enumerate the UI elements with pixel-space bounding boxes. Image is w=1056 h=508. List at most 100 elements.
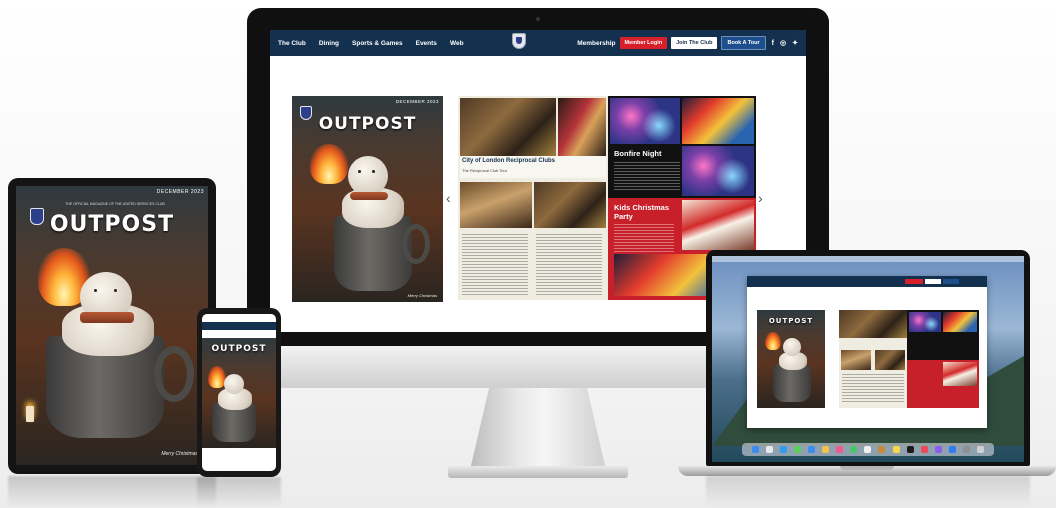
tablet-snowman-eye-right xyxy=(114,289,117,292)
article-title: City of London Reciprocal Clubs xyxy=(462,158,556,164)
phone-magazine-cover[interactable]: OUTPOST xyxy=(202,338,276,448)
phone-reflection xyxy=(197,477,281,508)
laptop-cover-title: OUTPOST xyxy=(768,317,814,325)
nav-link-web[interactable]: Web xyxy=(450,40,464,47)
nav-right-group: Membership Member Login Join The Club Bo… xyxy=(577,36,798,50)
music-icon[interactable] xyxy=(920,446,928,453)
article-subtitle: The Reciprocal Club Tour xyxy=(462,168,508,173)
laptop-reflection xyxy=(706,476,1030,508)
photo-fireworks-2 xyxy=(682,98,754,144)
twitter-icon[interactable]: ✦ xyxy=(792,39,798,47)
maps-icon[interactable] xyxy=(822,446,830,453)
tablet-cover-signature: Merry Christmas xyxy=(161,451,198,457)
photo-lounge xyxy=(534,182,606,228)
next-page-arrow-icon[interactable]: › xyxy=(758,190,763,206)
mac-menubar xyxy=(712,256,1024,262)
laptop-book-tour-button[interactable] xyxy=(943,279,959,284)
tablet-magazine-cover[interactable]: DECEMBER 2023 THE OFFICIAL MAGAZINE OF T… xyxy=(16,186,208,465)
magazine-cover[interactable]: DECEMBER 2023 OUTPOST Merry Christmas xyxy=(292,96,443,302)
book-tour-button[interactable]: Book A Tour xyxy=(721,36,766,50)
mail-icon[interactable] xyxy=(808,446,816,453)
laptop-magazine-cover[interactable]: OUTPOST xyxy=(757,310,825,408)
tablet-snowman-scarf xyxy=(80,312,134,323)
kids-christmas-title: Kids Christmas Party xyxy=(614,203,670,221)
laptop-fireplace-fire xyxy=(765,332,781,350)
tv-icon[interactable] xyxy=(906,446,914,453)
join-club-button[interactable]: Join The Club xyxy=(671,37,718,49)
laptop-photo-lounge xyxy=(875,350,905,370)
snowman-eye-left xyxy=(358,170,361,173)
contacts-icon[interactable] xyxy=(878,446,886,453)
tablet-cover-tagline: THE OFFICIAL MAGAZINE OF THE UNITED SERV… xyxy=(65,202,165,206)
finder-icon[interactable] xyxy=(752,446,760,453)
prev-page-arrow-icon[interactable]: ‹ xyxy=(446,190,451,206)
laptop-photo-party xyxy=(943,312,977,332)
laptop-browser-window: OUTPOST xyxy=(747,276,987,428)
phone-site-navbar[interactable] xyxy=(202,322,276,330)
launchpad-icon[interactable] xyxy=(766,446,774,453)
facetime-icon[interactable] xyxy=(850,446,858,453)
podcasts-icon[interactable] xyxy=(934,446,942,453)
nav-link-dining[interactable]: Dining xyxy=(319,40,339,47)
mac-dock xyxy=(742,443,994,456)
notes-icon[interactable] xyxy=(892,446,900,453)
member-login-button[interactable]: Member Login xyxy=(619,37,668,49)
calendar-icon[interactable] xyxy=(864,446,872,453)
phone-cover-title: OUTPOST xyxy=(211,344,267,354)
snowman-eye-right xyxy=(372,170,375,173)
instagram-icon[interactable]: ◎ xyxy=(780,39,786,47)
cover-date: DECEMBER 2023 xyxy=(395,99,439,104)
laptop-photo-fireworks xyxy=(909,312,941,332)
photos-icon[interactable] xyxy=(836,446,844,453)
messages-icon[interactable] xyxy=(794,446,802,453)
photo-bonfire xyxy=(682,146,754,196)
phone-snowman-head xyxy=(224,374,244,394)
laptop-article-text xyxy=(842,374,904,404)
article-column-2 xyxy=(536,234,602,296)
site-navbar: The Club Dining Sports & Games Events We… xyxy=(270,30,806,56)
photo-dining-room xyxy=(460,182,532,228)
laptop-screen: OUTPOST xyxy=(712,256,1024,462)
christmas-text xyxy=(614,224,674,254)
spread-left-page: City of London Reciprocal Clubs The Reci… xyxy=(458,96,608,300)
laptop-notch xyxy=(840,466,894,470)
cover-signature: Merry Christmas xyxy=(407,293,437,298)
monitor-stand xyxy=(470,388,606,470)
snowman-scarf xyxy=(350,192,388,200)
webcam-dot xyxy=(536,17,540,21)
nav-link-events[interactable]: Events xyxy=(416,40,437,47)
laptop-photo-dining xyxy=(841,350,871,370)
bonfire-text xyxy=(614,162,680,192)
bonfire-night-title: Bonfire Night xyxy=(614,149,662,158)
mug-handle xyxy=(402,224,430,264)
trash-icon[interactable] xyxy=(976,446,984,453)
tablet-mug-handle xyxy=(154,346,194,402)
tablet-cover-title: OUTPOST xyxy=(49,212,175,237)
club-crest-logo[interactable] xyxy=(512,33,526,49)
laptop-member-login-button[interactable] xyxy=(905,279,923,284)
tablet-reflection xyxy=(8,476,216,508)
photo-library xyxy=(460,98,556,156)
nav-link-membership[interactable]: Membership xyxy=(577,40,615,47)
phone-screen: OUTPOST xyxy=(202,314,276,471)
tablet-cover-date: DECEMBER 2023 xyxy=(156,189,204,195)
laptop-join-club-button[interactable] xyxy=(925,279,941,284)
settings-icon[interactable] xyxy=(962,446,970,453)
photo-member-portrait xyxy=(558,98,606,156)
nav-link-sports-games[interactable]: Sports & Games xyxy=(352,40,403,47)
safari-icon[interactable] xyxy=(780,446,788,453)
photo-fireworks-1 xyxy=(610,98,680,144)
laptop-spread-right[interactable] xyxy=(907,310,979,408)
laptop-photo-santa xyxy=(943,362,977,386)
facebook-icon[interactable]: f xyxy=(772,40,774,47)
cover-title: OUTPOST xyxy=(318,114,417,134)
fireplace-fire xyxy=(310,144,348,184)
laptop-site-navbar[interactable] xyxy=(747,276,987,287)
nav-link-the-club[interactable]: The Club xyxy=(278,40,306,47)
laptop-spread-left[interactable] xyxy=(839,310,907,408)
tablet-snowman-eye-left xyxy=(94,289,97,292)
snowman-head xyxy=(348,156,388,196)
photo-santa xyxy=(682,200,754,250)
app-store-icon[interactable] xyxy=(948,446,956,453)
laptop-snowman-head xyxy=(783,338,801,356)
